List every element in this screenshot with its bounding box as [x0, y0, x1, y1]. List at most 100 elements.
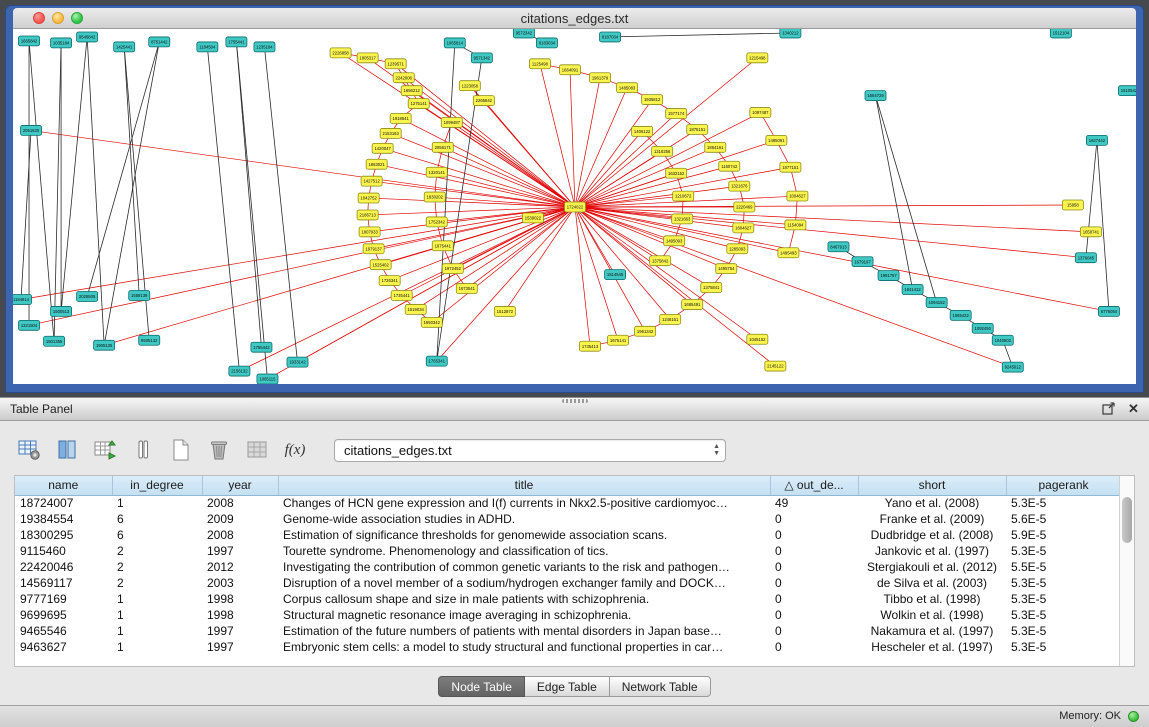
table-row[interactable]: 911546021997Tourette syndrome. Phenomeno…: [15, 543, 1121, 559]
table-cell[interactable]: 0: [770, 559, 858, 575]
graph-edge[interactable]: [575, 207, 1091, 232]
graph-node[interactable]: 1065115: [257, 374, 278, 384]
graph-node[interactable]: 2156132: [229, 366, 250, 376]
graph-node[interactable]: 1099487: [441, 118, 462, 128]
table-cell[interactable]: 0: [770, 527, 858, 543]
graph-node[interactable]: 1495093: [664, 236, 685, 246]
graph-node[interactable]: 1864161: [705, 142, 726, 152]
table-cell[interactable]: Tourette syndrome. Phenomenology and cla…: [278, 543, 770, 559]
graph-node[interactable]: 1755442: [251, 342, 272, 352]
graph-node[interactable]: 1210672: [673, 191, 694, 201]
table-cell[interactable]: 18724007: [15, 495, 112, 511]
table-row[interactable]: 1938455462009Genome-wide association stu…: [15, 511, 1121, 527]
graph-node[interactable]: 1735413: [580, 341, 601, 351]
table-cell[interactable]: 5.5E-5: [1006, 559, 1121, 575]
graph-node[interactable]: 1664091: [559, 65, 580, 75]
graph-node[interactable]: 8467913: [828, 242, 849, 252]
graph-node[interactable]: 1559139: [129, 291, 150, 301]
table-cell[interactable]: 9465546: [15, 623, 112, 639]
table-cell[interactable]: 1998: [202, 591, 278, 607]
graph-node[interactable]: 1514545: [605, 270, 626, 280]
graph-node[interactable]: 1004627: [787, 191, 808, 201]
graph-edge[interactable]: [207, 47, 239, 371]
table-cell[interactable]: 49: [770, 495, 858, 511]
table-row[interactable]: 946554611997Estimation of the future num…: [15, 623, 1121, 639]
graph-edge[interactable]: [1097, 140, 1109, 311]
graph-node[interactable]: 1340212: [780, 29, 801, 38]
graph-edge[interactable]: [87, 42, 159, 297]
graph-node[interactable]: 1376045: [1075, 253, 1096, 263]
graph-node[interactable]: 8187034: [600, 32, 621, 42]
table-cell[interactable]: 5.9E-5: [1006, 527, 1121, 543]
table-cell[interactable]: 5.3E-5: [1006, 591, 1121, 607]
graph-node[interactable]: 1658741: [1080, 227, 1101, 237]
graph-node[interactable]: 1420047: [372, 143, 393, 153]
network-window[interactable]: citations_edges.txt 17240222226858180531…: [5, 5, 1144, 393]
graph-node[interactable]: 2242008: [393, 73, 414, 83]
column-header[interactable]: △ out_de...: [770, 476, 858, 495]
graph-node[interactable]: 1765341: [426, 356, 447, 366]
graph-node[interactable]: 9245012: [1002, 362, 1023, 372]
graph-edge[interactable]: [236, 42, 267, 379]
graph-node[interactable]: 1972452: [442, 264, 463, 274]
graph-node[interactable]: 1755441: [226, 37, 247, 47]
table-cell[interactable]: Changes of HCN gene expression and I(f) …: [278, 495, 770, 511]
table-scrollbar[interactable]: [1119, 476, 1134, 666]
graph-node[interactable]: 1664729: [865, 91, 886, 101]
graph-node[interactable]: 1321663: [672, 214, 693, 224]
table-cell[interactable]: Dudbridge et al. (2008): [858, 527, 1006, 543]
graph-node[interactable]: 1933142: [287, 357, 308, 367]
graph-node[interactable]: 1510542: [1118, 86, 1136, 96]
network-window-titlebar[interactable]: citations_edges.txt: [13, 8, 1136, 29]
graph-node[interactable]: 1184914: [13, 295, 32, 305]
column-header[interactable]: title: [278, 476, 770, 495]
graph-node[interactable]: 1042752: [358, 193, 379, 203]
table-row[interactable]: 977716911998Corpus callosum shape and si…: [15, 591, 1121, 607]
table-cell[interactable]: 9115460: [15, 543, 112, 559]
table-cell[interactable]: Disruption of a novel member of a sodium…: [278, 575, 770, 591]
table-cell[interactable]: Hescheler et al. (1997): [858, 639, 1006, 655]
graph-node[interactable]: 1656212: [401, 86, 422, 96]
table-cell[interactable]: 6: [112, 527, 202, 543]
graph-node[interactable]: 2226858: [330, 48, 351, 58]
table-cell[interactable]: Investigating the contribution of common…: [278, 559, 770, 575]
graph-node[interactable]: 1991757: [878, 271, 899, 281]
table-scrollbar-thumb[interactable]: [1122, 497, 1132, 543]
table-row[interactable]: 1830029562008Estimation of significance …: [15, 527, 1121, 543]
graph-node[interactable]: 1726341: [379, 276, 400, 286]
graph-node[interactable]: 1679197: [852, 257, 873, 267]
graph-node[interactable]: 1918541: [390, 114, 411, 124]
table-cell[interactable]: 19384554: [15, 511, 112, 527]
graph-edge[interactable]: [61, 37, 87, 311]
graph-node[interactable]: 1065814: [444, 38, 465, 48]
graph-node[interactable]: 1285093: [727, 244, 748, 254]
graph-node[interactable]: 1807933: [359, 227, 380, 237]
graph-node[interactable]: 1125498: [529, 59, 550, 69]
graph-node[interactable]: 1215498: [747, 53, 768, 63]
table-cell[interactable]: Tibbo et al. (1998): [858, 591, 1006, 607]
column-header[interactable]: short: [858, 476, 1006, 495]
graph-node[interactable]: 1577174: [666, 109, 687, 119]
table-cell[interactable]: Jankovic et al. (1997): [858, 543, 1006, 559]
graph-node[interactable]: 1495493: [778, 248, 799, 258]
table-cell[interactable]: 5.3E-5: [1006, 495, 1121, 511]
graph-edge[interactable]: [391, 133, 575, 207]
table-disabled-icon[interactable]: [244, 437, 270, 463]
graph-node[interactable]: 1485083: [617, 83, 638, 93]
graph-node[interactable]: 1877151: [780, 162, 801, 172]
tab-node-table[interactable]: Node Table: [438, 676, 525, 697]
column-header[interactable]: year: [202, 476, 278, 495]
table-cell[interactable]: 5.3E-5: [1006, 543, 1121, 559]
graph-node[interactable]: 2058171: [432, 142, 453, 152]
column-header[interactable]: pagerank: [1006, 476, 1121, 495]
graph-node[interactable]: 9546842: [77, 32, 98, 42]
graph-node[interactable]: 1092450: [972, 323, 993, 333]
table-cell[interactable]: 9699695: [15, 607, 112, 623]
table-cell[interactable]: Estimation of significance thresholds fo…: [278, 527, 770, 543]
graph-node[interactable]: 1485091: [766, 135, 787, 145]
table-cell[interactable]: 22420046: [15, 559, 112, 575]
table-cell[interactable]: 0: [770, 639, 858, 655]
column-header[interactable]: name: [15, 476, 112, 495]
graph-node[interactable]: 1805317: [357, 53, 378, 63]
table-cell[interactable]: 1: [112, 495, 202, 511]
